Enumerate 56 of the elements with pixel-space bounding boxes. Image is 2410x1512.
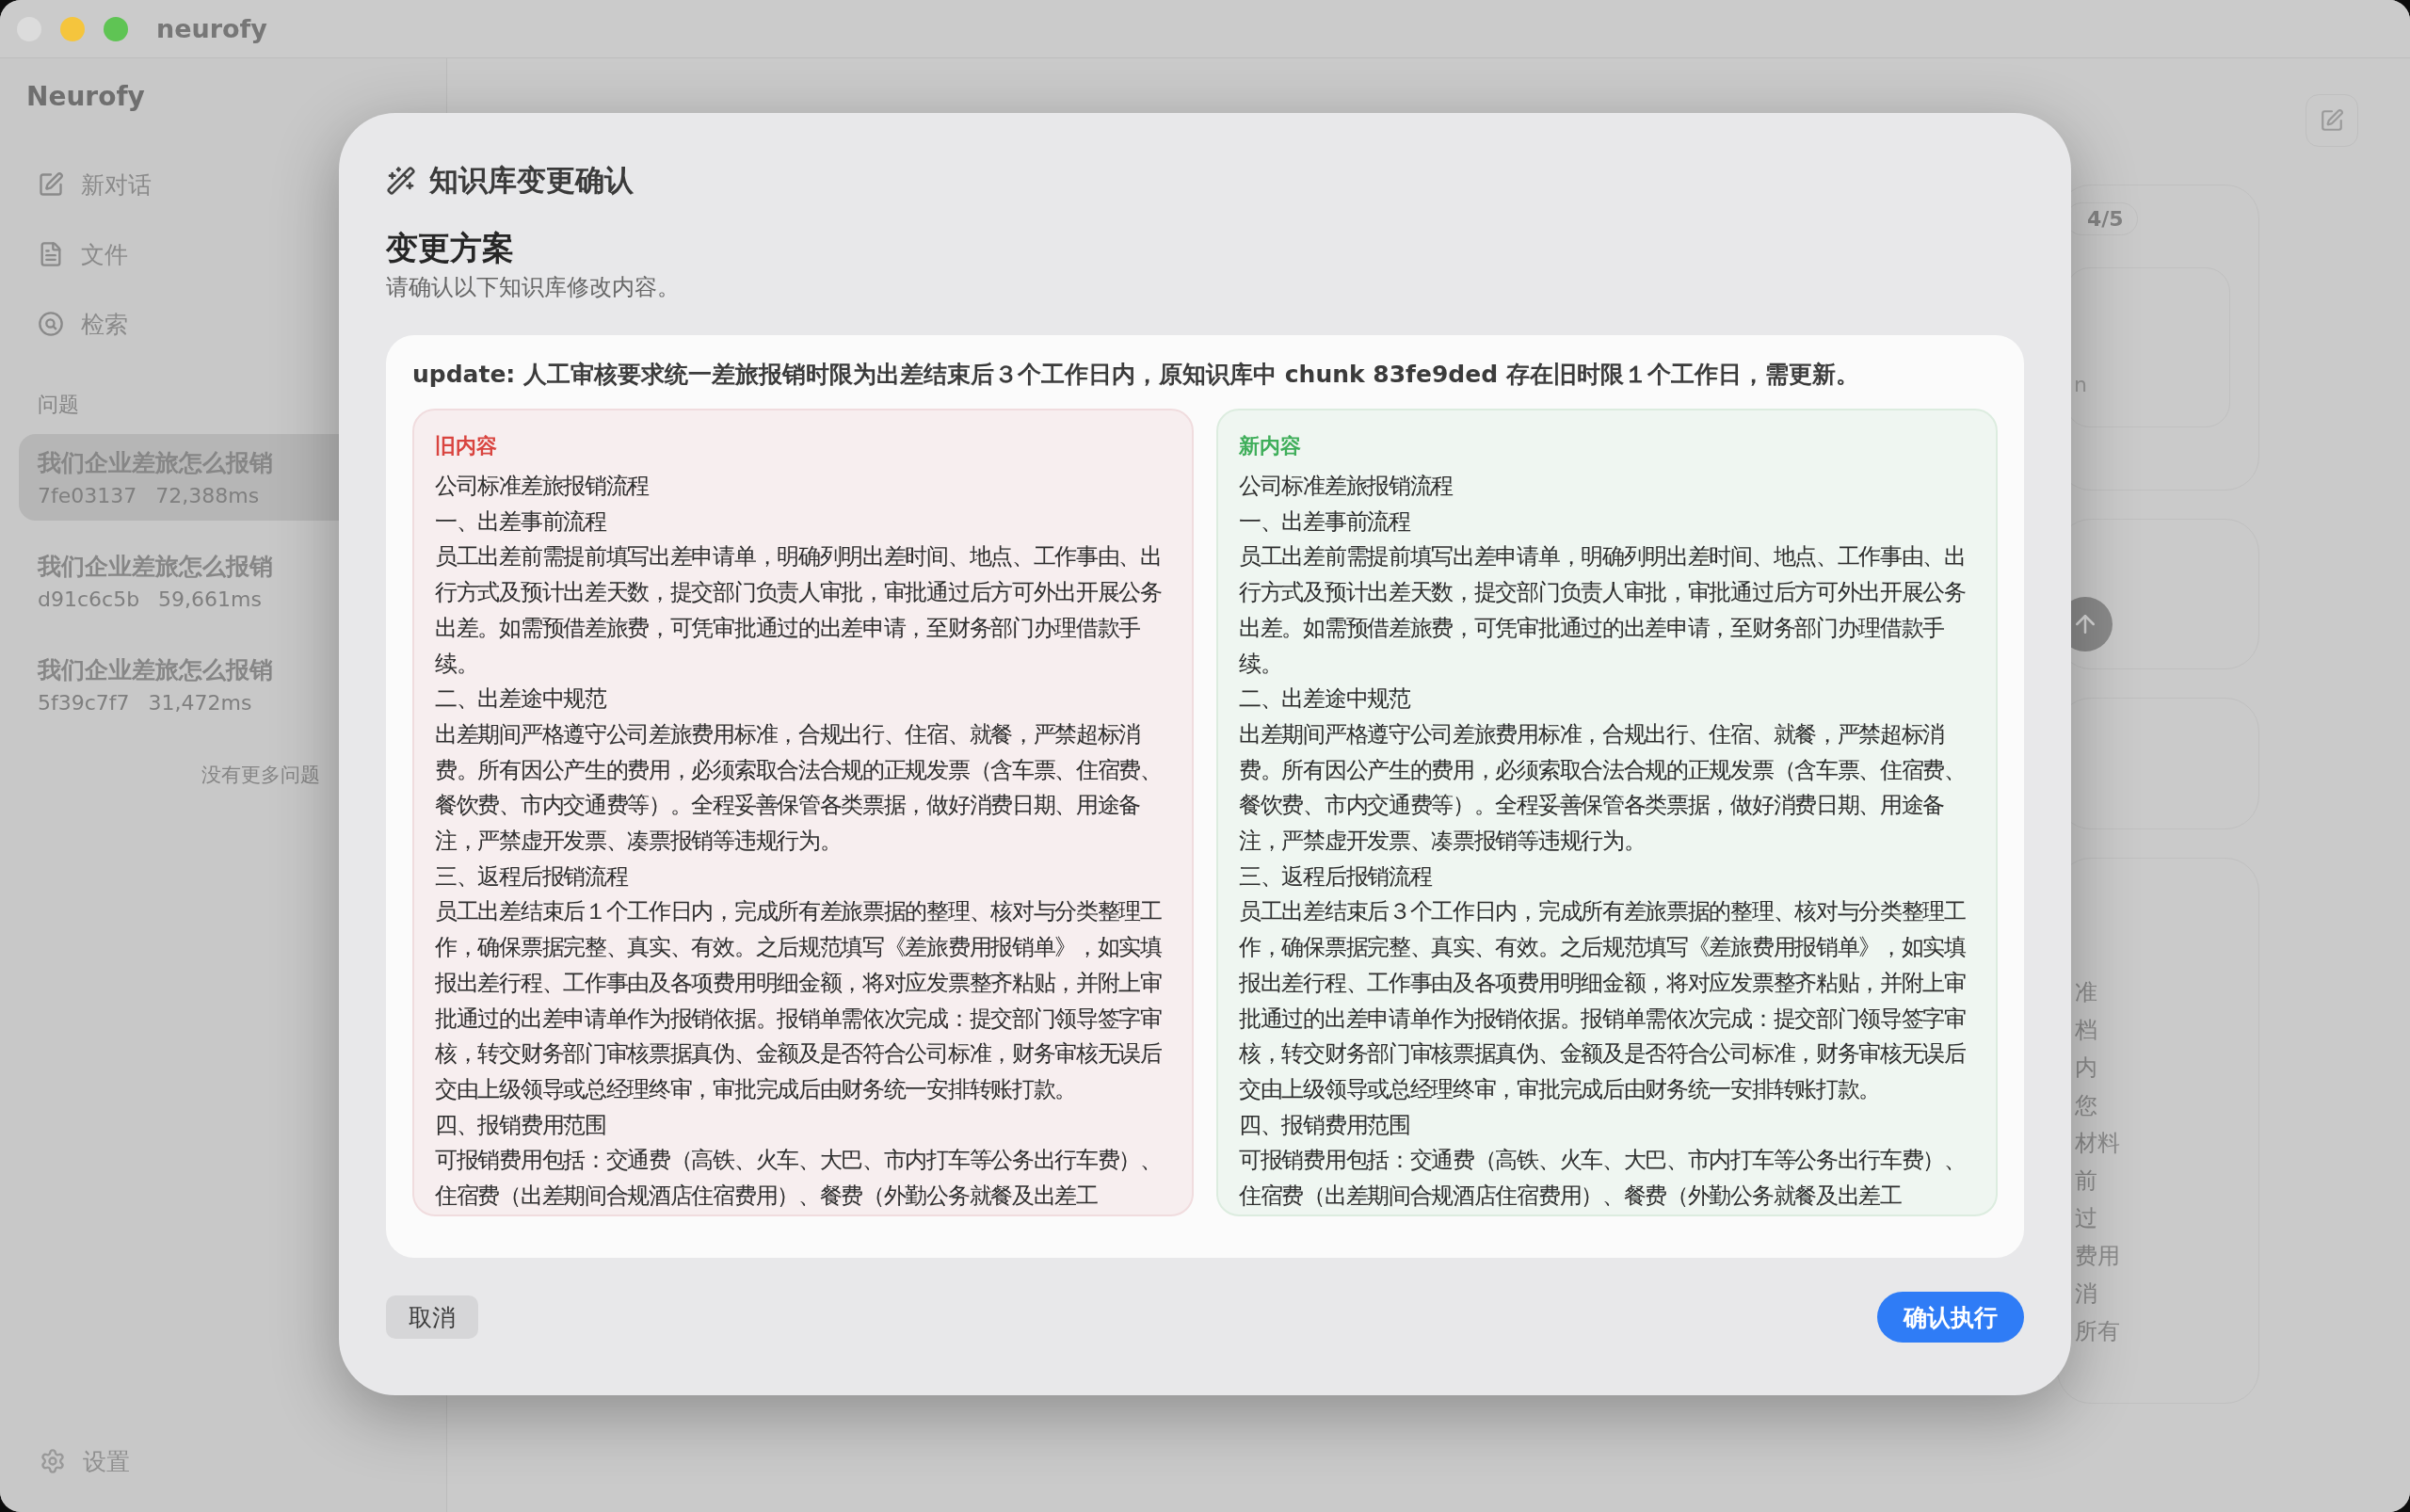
paragraph: 公司标准差旅报销流程 [435,472,651,501]
paragraph: 员工出差结束后１个工作日内，完成所有差旅票据的整理、核对与分类整理工作，确保票据完整、真实、有效。之后规范填写《差旅费用报销单》，如实填报出差行程、工作事由及各项费用明细金额，将对应发票整齐粘贴，并附上审批通过的出差申请单作为报销依据。报销单需依次完成：提交部门领导签字审核，转交财务部门审核票据真伪、金额及是否符合公司标准，财务审核无误后交由上级领导或总经理终审，审批完成后由财务统一安排转账打款。 [435,897,1163,1104]
dialog-title: 知识库变更确认 [429,162,634,199]
nav-item[interactable]: 新对话 [19,150,427,219]
magic-wand-icon [386,166,416,196]
paragraph: 可报销费用包括：交通费（高铁、火车、大巴、市内打车等公务出行车费）、住宿费（出差期间合规酒店住宿费用）、餐费（外勤公务就餐及出差工 [435,1146,1163,1212]
text-fragment: 过 [2075,1204,2098,1233]
paragraph: 三、返程后报销流程 [435,861,629,892]
text-fragment: 前 [2075,1166,2098,1196]
settings-icon [40,1448,66,1474]
paragraph: 员工出差结束后３个工作日内，完成所有差旅票据的整理、核对与分类整理工作，确保票据完整、真实、有效。之后规范填写《差旅费用报销单》，如实填报出差行程、工作事由及各项费用明细金额，将对应发票整齐粘贴，并附上审批通过的出差申请单作为报销依据。报销单需依次完成：提交部门领导签字审核，转交财务部门审核票据真伪、金额及是否符合公司标准，财务审核无误后交由上级领导或总经理终审，审批完成后由财务统一安排转账打款。 [1239,897,1967,1104]
text-fragment: 内 [2075,1054,2098,1083]
paragraph: 四、报销费用范围 [1239,1110,1411,1140]
paragraph: 二、出差途中规范 [1239,684,1412,715]
paragraph: 出差期间严格遵守公司差旅费用标准，合规出行、住宿、就餐，严禁超标消费。所有因公产生的费用，必须索取合法合规的正规发票（含车票、住宿费、餐饮费、市内交通费等）。全程妥善保管各类票据，做好消费日期、用途备注，严禁虚开发票、凑票报销等违规行为。 [435,719,1163,857]
cancel-button[interactable]: 取消 [386,1295,478,1339]
text-fragment: 消 [2075,1279,2098,1309]
window-title: neurofy [156,14,267,43]
edit-icon [38,171,64,198]
search-icon [38,311,64,337]
minimize-button[interactable] [60,16,85,41]
paragraph: 出差期间严格遵守公司差旅费用标准，合规出行、住宿、就餐，严禁超标消费。所有因公产生的费用，必须索取合法合规的正规发票（含车票、住宿费、餐饮费、市内交通费等）。全程妥善保管各类票据，做好消费日期、用途备注，严禁虚开发票、凑票报销等违规行为。 [1239,719,1967,857]
question-id: 5f39c7f7 [38,691,130,715]
question-duration: 31,472ms [148,691,252,715]
paragraph: 二、出差途中规范 [435,684,608,715]
paragraph: 员工出差前需提前填写出差申请单，明确列明出差时间、地点、工作事由、出行方式及预计出差天数，提交部门负责人审批，审批通过后方可外出开展公务出差。如需预借差旅费，可凭审批通过的出差申请，至财务部门办理借款手续。 [435,542,1163,679]
change-summary: update: 人工审核要求统一差旅报销时限为出差结束后３个工作日内，原知识库中 chunk 83fe9ded 存在旧时限１个工作日，需更新。 [412,360,1860,390]
paragraph: 一、出差事前流程 [435,507,608,537]
text-fragment: 准 [2075,978,2098,1007]
text-fragment: 费用 [2075,1242,2121,1271]
paragraph: 四、报销费用范围 [435,1110,607,1140]
paragraph: 一、出差事前流程 [1239,507,1412,537]
text-fragment: 档 [2075,1016,2098,1045]
edit-icon [2320,108,2344,133]
subtitle: 请确认以下知识库修改内容。 [386,273,681,302]
paragraph: 可报销费用包括：交通费（高铁、火车、大巴、市内打车等公务出行车费）、住宿费（出差期间合规酒店住宿费用）、餐费（外勤公务就餐及出差工 [1239,1146,1967,1212]
question-title: 我们企业差旅怎么报销 [38,655,274,685]
panel-label: 旧内容 [435,433,498,459]
section-heading: 变更方案 [386,228,515,268]
section-label: 问题 [37,392,80,418]
text-fragment: 所有 [2075,1317,2121,1346]
app-name: Neurofy [25,81,146,112]
paragraph: 公司标准差旅报销流程 [1239,472,1454,501]
new-chat-button[interactable] [2306,94,2358,147]
question-id: d91c6c5b [38,587,140,611]
paragraph: 三、返程后报销流程 [1239,861,1433,892]
zoom-button[interactable] [104,16,128,41]
text-fragment: 您 [2075,1091,2098,1120]
end-note: 没有更多问题 [201,763,321,788]
settings-item[interactable]: 设置 [19,1433,427,1489]
question-title: 我们企业差旅怎么报销 [38,552,274,582]
paragraph: 员工出差前需提前填写出差申请单，明确列明出差时间、地点、工作事由、出行方式及预计出差天数，提交部门负责人审批，审批通过后方可外出开展公务出差。如需预借差旅费，可凭审批通过的出差申请，至财务部门办理借款手续。 [1239,542,1967,679]
question-duration: 59,661ms [158,587,262,611]
text-fragment: 材料 [2075,1129,2121,1158]
panel-label: 新内容 [1239,433,1302,459]
confirm-button[interactable]: 确认执行 [1877,1292,2024,1343]
